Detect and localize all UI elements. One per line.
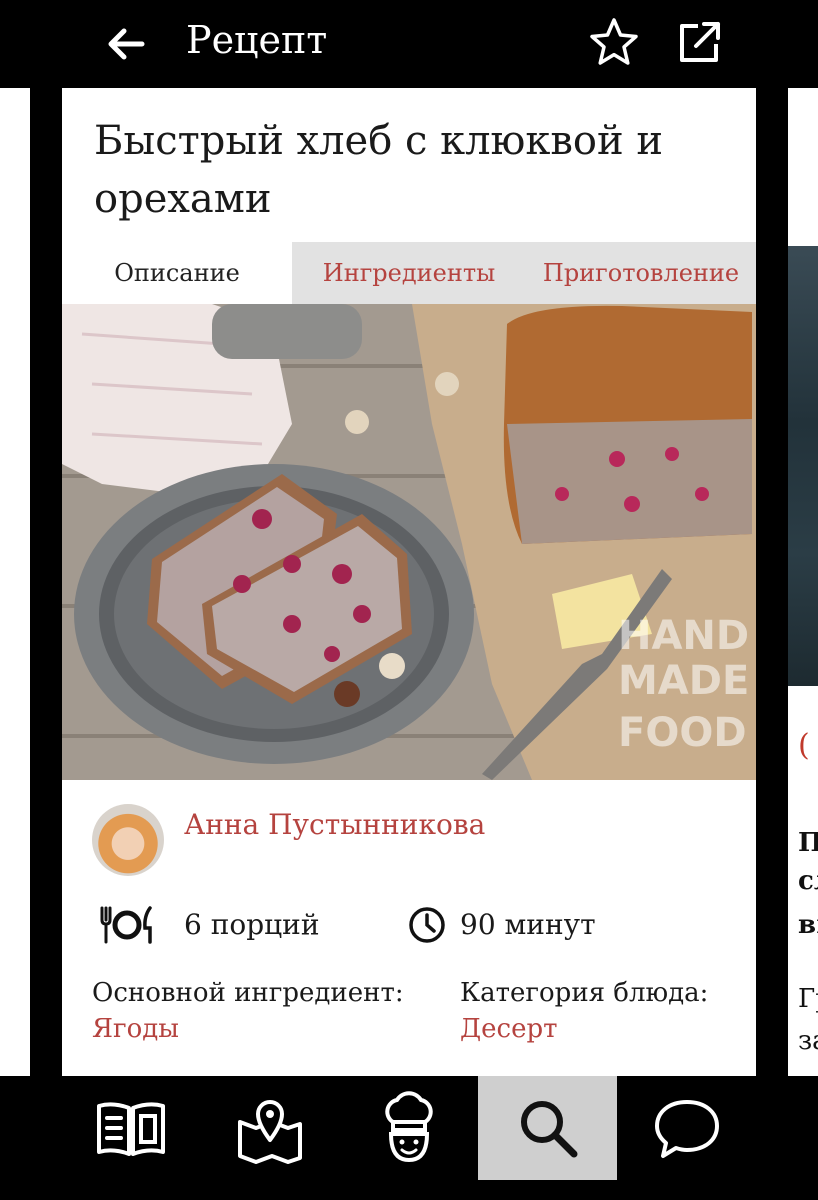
page-title: Рецепт [186, 18, 328, 62]
recipe-title: Быстрый хлеб с клюквой и орехами [94, 118, 664, 222]
previous-card-edge[interactable] [0, 88, 30, 1076]
star-icon[interactable] [588, 16, 640, 68]
author-avatar[interactable] [92, 804, 164, 876]
tab-ingredients[interactable]: Ингредиенты [292, 242, 526, 304]
recipe-card: Быстрый хлеб с клюквой и орехами Описани… [62, 88, 756, 1076]
next-card-text-line: за [798, 1026, 818, 1056]
next-card-edge[interactable]: ( П сл вь Гр за [788, 88, 818, 1076]
recipe-tabs: Описание Ингредиенты Приготовление [62, 242, 756, 304]
tab-preparation[interactable]: Приготовление [526, 242, 756, 304]
cooking-time: 90 минут [460, 908, 596, 941]
plate-cutlery-icon [100, 906, 152, 944]
recipe-photo: HAND MADE FOOD [62, 304, 756, 780]
external-share-icon[interactable] [676, 18, 724, 66]
bottom-navigation [62, 1076, 756, 1180]
map-pin-icon [238, 1100, 303, 1164]
clock-icon [409, 907, 445, 943]
next-card-photo [788, 246, 818, 686]
author-name-link[interactable]: Анна Пустынникова [184, 808, 485, 841]
nav-search-button[interactable] [478, 1076, 618, 1180]
watermark-line: FOOD [618, 710, 747, 756]
next-card-title-line: сл [798, 866, 818, 896]
chat-bubble-icon [654, 1100, 719, 1158]
dish-category-label: Категория блюда: [460, 978, 709, 1008]
next-card-title-line: П [798, 828, 818, 858]
arrow-left-icon[interactable] [102, 20, 150, 68]
tab-description[interactable]: Описание [62, 242, 292, 304]
search-icon [520, 1101, 578, 1158]
next-card-text-line: Гр [798, 984, 818, 1014]
main-ingredient-link[interactable]: Ягоды [92, 1014, 179, 1044]
nav-chat-button[interactable] [617, 1076, 756, 1180]
watermark-line: HAND [618, 613, 749, 659]
top-app-bar: Рецепт [62, 0, 756, 88]
chef-icon [385, 1091, 433, 1163]
nav-recipes-button[interactable] [62, 1076, 201, 1180]
book-icon [97, 1102, 166, 1156]
nav-map-button[interactable] [201, 1076, 340, 1180]
watermark-line: MADE [618, 658, 749, 704]
main-ingredient-label: Основной ингредиент: [92, 978, 404, 1008]
next-card-title-line: вь [798, 910, 818, 940]
nav-chefs-button[interactable] [340, 1076, 479, 1180]
dish-category-link[interactable]: Десерт [460, 1014, 558, 1044]
next-card-accent: ( [798, 728, 810, 763]
servings-count: 6 порций [184, 908, 320, 941]
